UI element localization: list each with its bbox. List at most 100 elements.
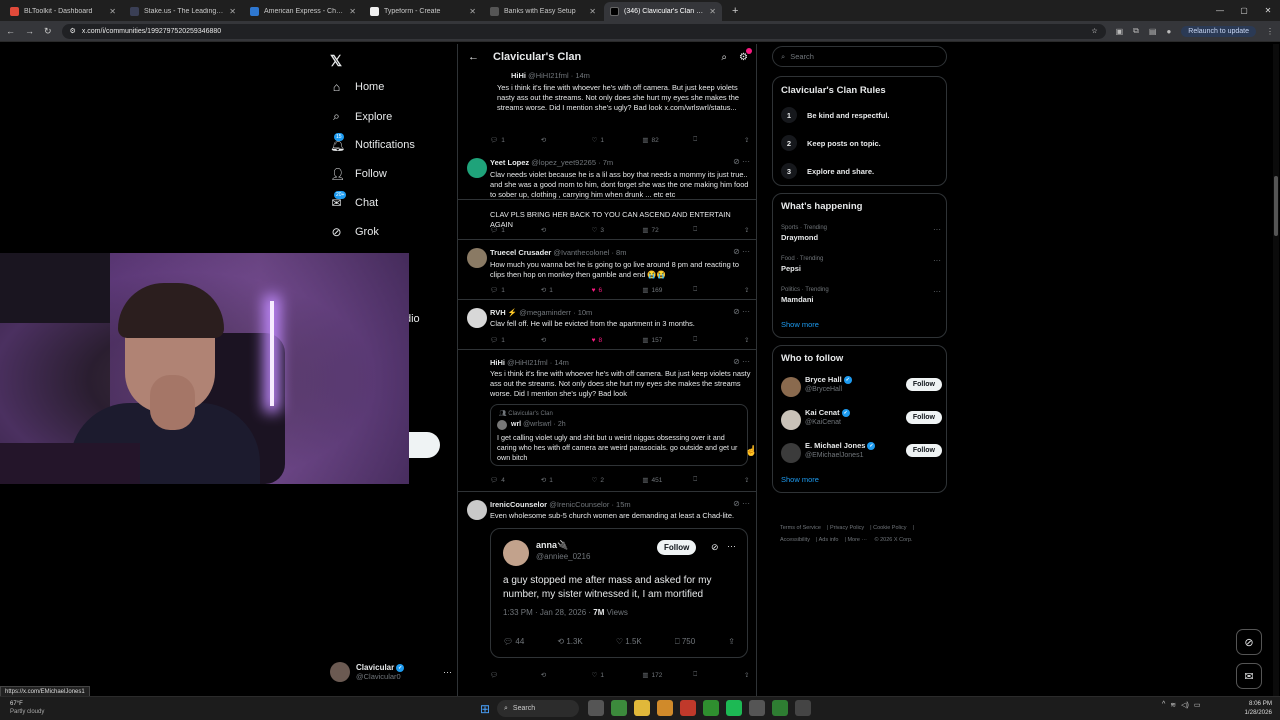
share-button[interactable]: ⇪	[744, 671, 752, 679]
account-switcher[interactable]: Clavicular ✓ @Clavicular0 ···	[330, 662, 452, 682]
avatar[interactable]	[781, 377, 801, 397]
close-tab-icon[interactable]: ✕	[229, 7, 236, 16]
relaunch-button[interactable]: Relaunch to update	[1181, 25, 1256, 37]
more-dots-icon[interactable]: ···	[443, 667, 452, 677]
x-logo-icon[interactable]: 𝕏	[330, 52, 342, 70]
share-button[interactable]: ⇪	[744, 286, 752, 294]
show-more-link[interactable]: Show more	[781, 320, 819, 329]
browser-tab-active[interactable]: (346) Clavicular's Clan Commu ✕	[604, 2, 722, 21]
post-author[interactable]: RVH ⚡	[490, 308, 517, 317]
like-button[interactable]: ♡ 2	[592, 476, 612, 485]
close-window-icon[interactable]: ✕	[1256, 0, 1280, 20]
footer-link[interactable]: More ···	[847, 537, 867, 543]
more-dots-icon[interactable]: ···	[933, 225, 941, 234]
post-author[interactable]: Yeet Lopez	[490, 158, 529, 167]
taskbar-clock[interactable]: 8:06 PM 1/28/2026	[1236, 699, 1272, 717]
wifi-icon[interactable]: ≋	[1170, 701, 1176, 709]
new-tab-button[interactable]: +	[724, 5, 746, 17]
embedded-tweet[interactable]: anna🔌 @anniee_0216 Follow ⊘ ··· a guy st…	[490, 528, 748, 658]
repost-button[interactable]: ⟲	[541, 671, 561, 679]
share-button[interactable]: ⇪	[744, 136, 752, 144]
views-button[interactable]: ▥ 169	[642, 286, 662, 295]
chrome-app-icon[interactable]	[703, 700, 719, 716]
sidepanel-icon[interactable]: ▤	[1149, 27, 1157, 36]
chrome-app-icon[interactable]	[611, 700, 627, 716]
like-button[interactable]: ♡ 1.5K	[616, 637, 642, 647]
follow-button[interactable]: Follow	[905, 411, 942, 424]
nav-home[interactable]: ⌂ Home	[330, 80, 384, 94]
follow-suggestion[interactable]: E. Michael Jones ✓ @EMichaelJones1 Follow	[781, 440, 942, 466]
footer-link[interactable]: Privacy Policy	[830, 525, 864, 531]
nav-follow[interactable]: 👤︎ Follow	[330, 167, 387, 181]
views-button[interactable]: ▥ 157	[642, 336, 662, 345]
grok-and-more-icons[interactable]: ⊘ ···	[733, 499, 750, 508]
back-arrow-icon[interactable]: ←	[468, 51, 479, 63]
task-view-icon[interactable]	[588, 700, 604, 716]
app-icon[interactable]	[680, 700, 696, 716]
avatar[interactable]	[781, 410, 801, 430]
post-author[interactable]: Truecel Crusader	[490, 248, 551, 257]
trend-item[interactable]: Sports · Trending Draymond ···	[781, 225, 941, 242]
browser-tab[interactable]: Typeform - Create ✕	[364, 2, 482, 21]
views-button[interactable]: ▥ 72	[642, 226, 662, 235]
avatar[interactable]	[467, 248, 487, 268]
follow-button[interactable]: Follow	[905, 444, 942, 457]
windows-start-icon[interactable]: ⊞	[480, 702, 490, 716]
volume-icon[interactable]: ◁)	[1181, 701, 1189, 709]
reply-button[interactable]: 💬︎ 1	[490, 286, 510, 295]
menu-kebab-icon[interactable]: ⋮	[1266, 27, 1274, 36]
close-tab-icon[interactable]: ✕	[469, 7, 476, 16]
post-author[interactable]: HiHi	[511, 71, 526, 80]
scrollbar-thumb[interactable]	[1274, 176, 1278, 236]
embed-author[interactable]: anna🔌	[536, 540, 568, 551]
avatar[interactable]	[467, 358, 487, 378]
taskbar-search[interactable]: ⌕ Search	[497, 700, 579, 717]
repost-button[interactable]: ⟲	[541, 226, 561, 234]
repost-button[interactable]: ⟲	[541, 136, 561, 144]
follow-suggestion[interactable]: Kai Cenat ✓ @KaiCenat Follow	[781, 407, 942, 433]
maximize-icon[interactable]: ▢	[1232, 0, 1256, 20]
bookmark-button[interactable]: ⎕	[693, 476, 713, 484]
nav-explore[interactable]: ⌕ Explore	[330, 109, 392, 124]
browser-tab[interactable]: Stake.us - The Leading Social C ✕	[124, 2, 242, 21]
quoted-post[interactable]: 👥︎ Clavicular's Clan wrl @wrlswrl · 2h I…	[490, 404, 748, 466]
scrollbar-track[interactable]	[1273, 44, 1279, 696]
close-tab-icon[interactable]: ✕	[109, 7, 116, 16]
post-author[interactable]: HiHi	[490, 358, 505, 367]
grok-and-more-icons[interactable]: ⊘ ···	[733, 157, 750, 166]
views-button[interactable]: ▥ 82	[642, 136, 662, 145]
footer-link[interactable]: Ads info	[819, 537, 839, 543]
extensions-puzzle-icon[interactable]: ⧉	[1133, 26, 1139, 36]
close-tab-icon[interactable]: ✕	[709, 7, 716, 16]
spotify-app-icon[interactable]	[726, 700, 742, 716]
app-icon[interactable]	[749, 700, 765, 716]
grok-fab-button[interactable]: ⊘	[1236, 629, 1262, 655]
extension-icon[interactable]: ▣	[1116, 27, 1124, 36]
bookmark-button[interactable]: ⎕	[693, 671, 713, 679]
close-tab-icon[interactable]: ✕	[589, 7, 596, 16]
show-more-link[interactable]: Show more	[781, 475, 819, 484]
more-dots-icon[interactable]: ···	[727, 541, 736, 551]
profile-avatar-icon[interactable]: ●	[1166, 27, 1171, 36]
bookmark-star-icon[interactable]: ☆	[1091, 27, 1097, 35]
follow-button[interactable]: Follow	[905, 378, 942, 391]
back-icon[interactable]: ←	[6, 26, 15, 36]
tray-chevron-icon[interactable]: ^	[1162, 701, 1165, 709]
reply-button[interactable]: 💬︎ 1	[490, 136, 510, 145]
browser-tab[interactable]: American Express - Charge Ver ✕	[244, 2, 362, 21]
repost-button[interactable]: ⟲ 1	[541, 476, 561, 485]
forward-icon[interactable]: →	[25, 26, 34, 36]
embed-follow-button[interactable]: Follow	[657, 540, 697, 555]
nav-grok[interactable]: ⊘ Grok	[330, 225, 378, 239]
reply-button[interactable]: 💬︎ 44	[503, 637, 524, 647]
like-button[interactable]: ♥ 8	[592, 337, 612, 344]
battery-icon[interactable]: ▭	[1194, 701, 1201, 709]
avatar[interactable]	[503, 540, 529, 566]
bookmark-button[interactable]: ⎕	[693, 136, 713, 144]
share-button[interactable]: ⇪	[744, 226, 752, 234]
footer-link[interactable]: Cookie Policy	[873, 525, 906, 531]
grok-icon[interactable]: ⊘	[711, 542, 719, 553]
avatar[interactable]	[467, 308, 487, 328]
messages-fab-button[interactable]: ✉	[1236, 663, 1262, 689]
nav-notifications[interactable]: 🔔︎ 15 Notifications	[330, 133, 415, 152]
